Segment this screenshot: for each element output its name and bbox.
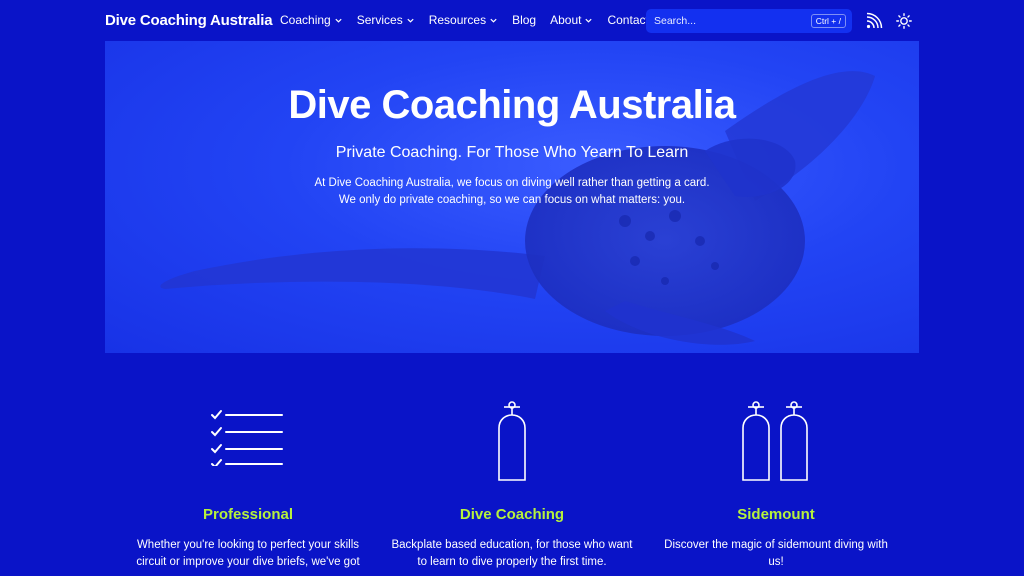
hero-title: Dive Coaching Australia — [288, 83, 736, 127]
menu-item-blog[interactable]: Blog — [512, 13, 536, 27]
rss-icon[interactable] — [865, 12, 883, 30]
chevron-down-icon — [489, 16, 498, 25]
search-placeholder: Search... — [654, 15, 697, 27]
menu-item-contact[interactable]: Contact — [607, 13, 648, 27]
twin-tanks-icon — [646, 400, 906, 481]
menu-item-about[interactable]: About — [550, 13, 593, 27]
feature-description-line: circuit or improve your dive briefs, we'… — [136, 556, 360, 568]
feature-description: Backplate based education, for those who… — [382, 537, 642, 571]
feature-description-line: Whether you're looking to perfect your s… — [136, 539, 360, 551]
menu-label: Coaching — [280, 13, 331, 27]
hero-description-line: We only do private coaching, so we can f… — [338, 194, 686, 206]
main-menu: Coaching Services Resources Blog About C… — [280, 13, 663, 27]
feature-description-line: Backplate based education, for those who… — [391, 539, 633, 551]
menu-label: Contact — [607, 13, 649, 27]
feature-description-line: to learn to dive properly the first time… — [417, 556, 607, 568]
menu-item-resources[interactable]: Resources — [429, 13, 498, 27]
site-brand[interactable]: Dive Coaching Australia — [105, 12, 273, 29]
feature-professional: Professional Whether you're looking to p… — [118, 400, 378, 571]
checklist-icon — [118, 400, 378, 466]
single-tank-icon — [382, 400, 642, 481]
hero-description-line: At Dive Coaching Australia, we focus on … — [314, 177, 710, 189]
menu-label: Resources — [428, 13, 487, 27]
sun-icon[interactable] — [896, 13, 912, 29]
chevron-down-icon — [584, 16, 593, 25]
feature-title: Dive Coaching — [459, 506, 565, 523]
hero-description: At Dive Coaching Australia, we focus on … — [105, 175, 919, 209]
feature-title: Sidemount — [737, 506, 815, 523]
menu-label: Blog — [512, 13, 537, 27]
hero-banner: Dive Coaching Australia Private Coaching… — [105, 41, 919, 353]
feature-description: Whether you're looking to perfect your s… — [118, 537, 378, 571]
feature-description-line: Discover the magic of sidemount diving w… — [664, 539, 888, 551]
top-navigation: Dive Coaching Australia Coaching Service… — [0, 0, 1024, 42]
menu-label: About — [550, 13, 582, 27]
search-shortcut-badge: Ctrl + / — [810, 14, 846, 28]
feature-title: Professional — [202, 506, 294, 523]
menu-item-coaching[interactable]: Coaching — [280, 13, 343, 27]
chevron-down-icon — [334, 16, 343, 25]
hero-subtitle: Private Coaching. For Those Who Yearn To… — [335, 144, 689, 161]
feature-description-line: us! — [768, 556, 784, 568]
menu-label: Services — [356, 13, 403, 27]
chevron-down-icon — [406, 16, 415, 25]
menu-item-services[interactable]: Services — [357, 13, 415, 27]
feature-dive-coaching: Dive Coaching Backplate based education,… — [382, 400, 642, 571]
feature-description: Discover the magic of sidemount diving w… — [646, 537, 906, 571]
search-input[interactable]: Search... Ctrl + / — [646, 9, 852, 33]
feature-sidemount: Sidemount Discover the magic of sidemoun… — [646, 400, 906, 571]
